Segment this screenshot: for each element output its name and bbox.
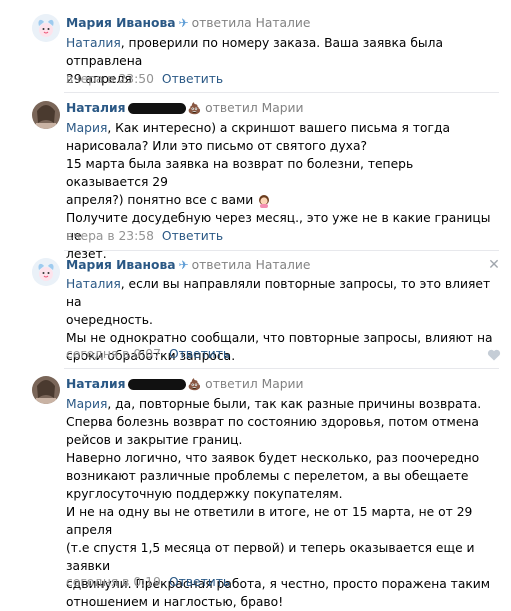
mention-link[interactable]: Мария bbox=[66, 121, 107, 135]
reply-label: ответила bbox=[191, 258, 252, 272]
comment-divider bbox=[64, 92, 499, 93]
reply-to-name[interactable]: Наталие bbox=[256, 258, 311, 272]
comment-header: Мария Иванова ✈ ответила Наталие bbox=[66, 256, 310, 274]
reply-button[interactable]: Ответить bbox=[169, 575, 230, 589]
heart-icon[interactable] bbox=[487, 349, 501, 361]
avatar-natalia[interactable] bbox=[32, 376, 60, 404]
woman-tipping-hand-emoji bbox=[257, 194, 271, 208]
comment-footer: сегодня в 0:07 Ответить bbox=[66, 345, 230, 363]
comment-header: Мария Иванова ✈ ответила Наталие bbox=[66, 14, 310, 32]
reply-button[interactable]: Ответить bbox=[169, 347, 230, 361]
comment-divider bbox=[64, 250, 499, 251]
reply-button[interactable]: Ответить bbox=[162, 229, 223, 243]
reply-to-name[interactable]: Марии bbox=[262, 101, 304, 115]
comment-time[interactable]: сегодня в 0:19 bbox=[66, 575, 161, 589]
poop-emoji-icon: 💩 bbox=[187, 102, 202, 115]
paper-plane-icon: ✈ bbox=[178, 258, 189, 272]
close-icon[interactable]: ✕ bbox=[488, 258, 500, 272]
mention-link[interactable]: Наталия bbox=[66, 36, 121, 50]
redacted-surname bbox=[127, 103, 186, 114]
reply-label: ответил bbox=[205, 101, 258, 115]
author-name[interactable]: Наталия bbox=[66, 377, 126, 391]
reply-to-name[interactable]: Наталие bbox=[256, 16, 311, 30]
poop-emoji-icon: 💩 bbox=[187, 378, 202, 391]
avatar-maria[interactable] bbox=[32, 14, 60, 42]
author-name[interactable]: Мария Иванова bbox=[66, 258, 176, 272]
comment-divider bbox=[64, 368, 499, 369]
avatar-natalia[interactable] bbox=[32, 101, 60, 129]
redacted-surname bbox=[127, 379, 186, 390]
paper-plane-icon: ✈ bbox=[178, 16, 189, 30]
comment-time[interactable]: сегодня в 0:07 bbox=[66, 347, 161, 361]
comment-footer: вчера в 23:50 Ответить bbox=[66, 70, 223, 88]
author-name[interactable]: Наталия bbox=[66, 101, 126, 115]
comment-header: Наталия 💩 ответил Марии bbox=[66, 99, 304, 117]
mention-link[interactable]: Наталия bbox=[66, 277, 121, 291]
avatar-maria[interactable] bbox=[32, 258, 60, 286]
author-name[interactable]: Мария Иванова bbox=[66, 16, 176, 30]
reply-label: ответила bbox=[191, 16, 252, 30]
comment-header: Наталия 💩 ответил Марии bbox=[66, 375, 304, 393]
comment-footer: сегодня в 0:19 Ответить bbox=[66, 573, 230, 591]
reply-to-name[interactable]: Марии bbox=[262, 377, 304, 391]
reply-label: ответил bbox=[205, 377, 258, 391]
mention-link[interactable]: Мария bbox=[66, 397, 107, 411]
reply-button[interactable]: Ответить bbox=[162, 72, 223, 86]
comment-footer: вчера в 23:58 Ответить bbox=[66, 227, 223, 245]
comment-time[interactable]: вчера в 23:50 bbox=[66, 72, 154, 86]
comment-time[interactable]: вчера в 23:58 bbox=[66, 229, 154, 243]
